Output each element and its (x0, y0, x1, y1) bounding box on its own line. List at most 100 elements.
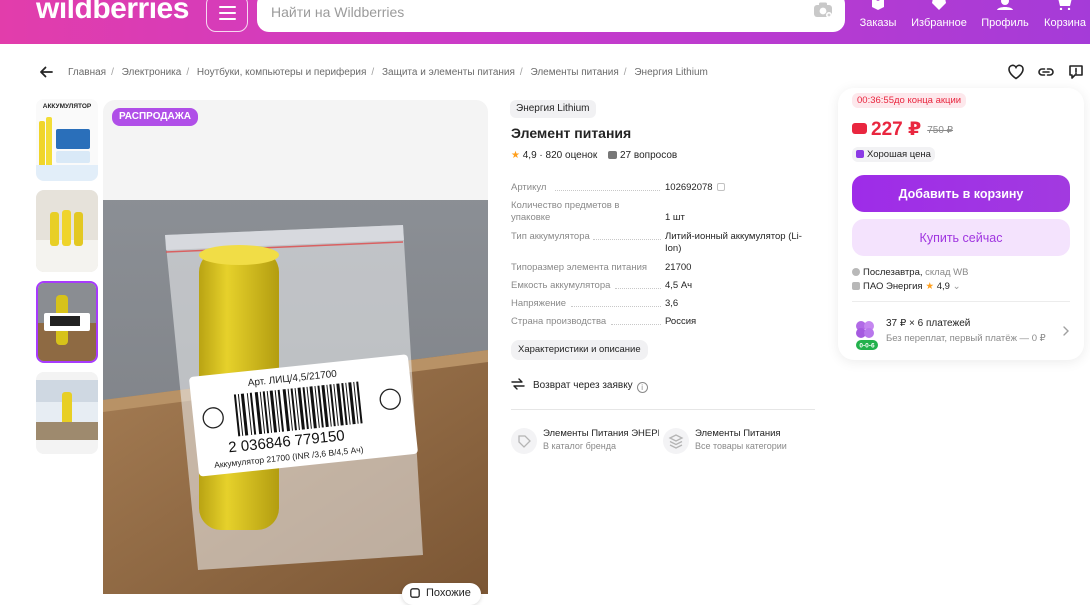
search-input[interactable] (271, 0, 771, 24)
nav-profile-label: Профиль (981, 17, 1029, 29)
spec-key: Напряжение (511, 298, 567, 309)
camera-icon[interactable] (813, 2, 833, 18)
seller-name[interactable]: ПАО Энергия (863, 281, 923, 292)
wallet-icon (852, 123, 867, 134)
seller-info[interactable]: ПАО Энергия ★ 4,9 ⌄ (852, 281, 961, 292)
add-to-cart-button[interactable]: Добавить в корзину (852, 175, 1070, 212)
category-link[interactable]: Элементы Питания Все товары категории (663, 425, 811, 457)
spec-value: 4,5 Ач (665, 280, 693, 291)
brand-catalog-link[interactable]: Элементы Питания ЭНЕРГИЯ В каталог бренд… (511, 425, 659, 457)
breadcrumb-home[interactable]: Главная (68, 67, 106, 78)
star-icon: ★ (925, 281, 935, 292)
search-bar (257, 0, 845, 32)
product-title: Элемент питания (511, 125, 632, 141)
product-photo-image: Арт. ЛИЦ/4,5/21700 2 036846 779150 Аккум… (103, 150, 488, 594)
back-arrow-icon[interactable] (38, 64, 54, 80)
spec-value: 21700 (665, 262, 692, 273)
thumbnail-2-image (36, 190, 98, 272)
nav-favorites[interactable]: Избранное (909, 0, 969, 44)
timer-suffix: до конца акции (893, 95, 962, 106)
copy-icon[interactable] (716, 183, 725, 191)
site-header: wildberries Заказы Избранное Профиль Кор… (0, 0, 1090, 44)
thumbnail-4-image (36, 372, 98, 454)
thumbnail-1-text: АККУМУЛЯТОР (43, 103, 92, 110)
box-icon (872, 0, 884, 10)
thumbnail-2[interactable] (36, 190, 98, 272)
breadcrumb-brand[interactable]: Энергия Lithium (634, 67, 708, 78)
installment-offer[interactable]: 0-0-6 37 ₽ × 6 платежей Без переплат, пе… (852, 316, 1072, 352)
return-arrows-icon (511, 378, 525, 390)
spec-value: Россия (665, 316, 697, 327)
similar-label: Похожие (426, 587, 471, 599)
return-text: Возврат через заявку (533, 380, 633, 391)
category-subtitle: Все товары категории (695, 441, 787, 451)
nav-profile[interactable]: Профиль (975, 0, 1035, 44)
thumbnail-3-image (38, 283, 96, 361)
spec-key: Емкость аккумулятора (511, 280, 611, 291)
product-photo[interactable]: Арт. ЛИЦ/4,5/21700 2 036846 779150 Аккум… (103, 100, 488, 594)
buy-now-button[interactable]: Купить сейчас (852, 219, 1070, 256)
installment-badge: 0-0-6 (859, 343, 875, 350)
spec-key: Тип аккумулятора (511, 231, 590, 242)
report-icon[interactable] (1067, 63, 1085, 81)
thumbnail-1[interactable]: АККУМУЛЯТОР (36, 99, 98, 181)
divider (511, 409, 815, 410)
characteristics-button[interactable]: Характеристики и описание (511, 340, 648, 360)
spec-key: Типоразмер элемента питания (511, 262, 648, 273)
installment-subtitle: Без переплат, первый платёж — 0 ₽ (886, 333, 1046, 344)
nav-cart[interactable]: Корзина (1035, 0, 1090, 44)
brand-catalog-title: Элементы Питания ЭНЕРГИЯ (543, 428, 659, 439)
warehouse-label: склад WB (925, 267, 969, 278)
thumbnail-3[interactable] (36, 281, 98, 363)
brand-catalog-subtitle: В каталог бренда (543, 441, 617, 451)
seller-rating: 4,9 (936, 281, 950, 292)
category-title: Элементы Питания (695, 428, 781, 439)
good-price-badge: Хорошая цена (852, 147, 935, 162)
rating-value: 4,9 (522, 150, 537, 161)
delivery-info: Послезавтра, склад WB (852, 267, 968, 278)
installment-clover-icon: 0-0-6 (856, 321, 878, 350)
breadcrumb-laptops[interactable]: Ноутбуки, компьютеры и периферия (197, 67, 367, 78)
old-price: 750 ₽ (927, 125, 954, 136)
info-icon[interactable]: i (636, 382, 648, 393)
user-icon (997, 0, 1013, 10)
reviews-count[interactable]: 820 оценок (546, 150, 598, 161)
thumbnail-1-image: АККУМУЛЯТОР (36, 99, 98, 181)
brand-chip[interactable]: Энергия Lithium (510, 100, 596, 118)
thumbs-up-icon (856, 150, 864, 158)
chevron-down-icon[interactable]: ⌄ (953, 281, 961, 292)
breadcrumb-power-protection[interactable]: Защита и элементы питания (382, 67, 515, 78)
favorite-heart-icon[interactable] (1007, 63, 1025, 81)
return-info[interactable]: Возврат через заявку i (511, 378, 648, 393)
star-icon: ★ (511, 150, 520, 161)
questions-icon (608, 151, 617, 159)
cart-icon (1058, 0, 1072, 10)
rating-row[interactable]: ★ 4,9 · 820 оценок 27 вопросов (511, 150, 677, 161)
similar-button[interactable]: Похожие (402, 583, 481, 605)
heart-icon (932, 0, 946, 10)
spec-value: Литий-ионный аккумулятор (Li-Ion) (665, 231, 802, 254)
breadcrumb-electronics[interactable]: Электроника (122, 67, 182, 78)
timer-value: 00:36:55 (857, 95, 894, 106)
store-icon (852, 282, 860, 290)
share-link-icon[interactable] (1037, 63, 1055, 81)
spec-value: 1 шт (665, 212, 685, 223)
spec-key: Артикул (511, 182, 547, 193)
good-price-label: Хорошая цена (867, 149, 931, 160)
menu-button[interactable] (206, 0, 248, 32)
spec-value: 3,6 (665, 298, 679, 309)
nav-favorites-label: Избранное (911, 17, 967, 29)
nav-orders[interactable]: Заказы (848, 0, 908, 44)
breadcrumb-batteries[interactable]: Элементы питания (530, 67, 618, 78)
spec-value: 102692078 (665, 182, 813, 194)
spec-key: Количество предметов в упаковке (511, 200, 620, 223)
wildberries-logo[interactable]: wildberries (36, 0, 189, 26)
spec-key: Страна производства (511, 316, 607, 327)
questions-count[interactable]: 27 вопросов (620, 150, 677, 161)
nav-cart-label: Корзина (1044, 17, 1086, 29)
breadcrumb: Главная / Электроника / Ноутбуки, компьюте… (68, 67, 708, 78)
thumbnail-4[interactable] (36, 372, 98, 454)
layers-icon (663, 428, 689, 454)
current-price: 227 ₽ (871, 119, 922, 140)
nav-orders-label: Заказы (859, 17, 897, 29)
